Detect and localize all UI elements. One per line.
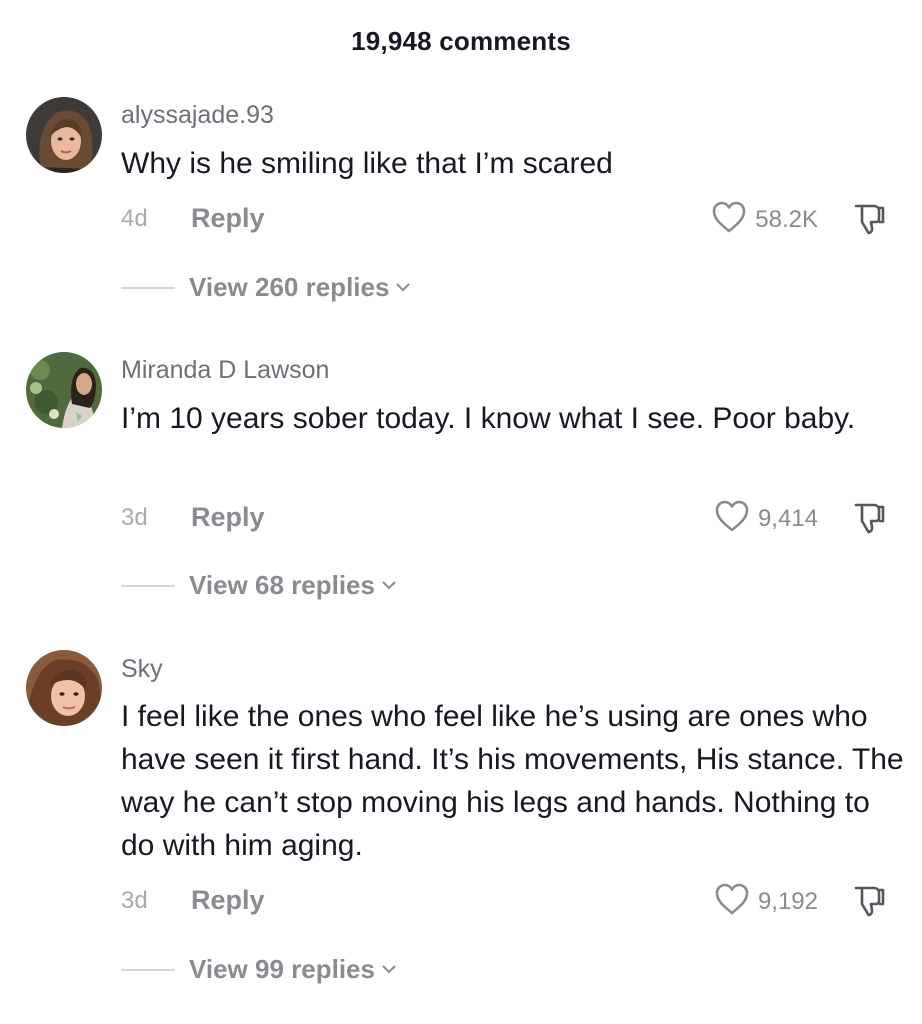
like-count: 9,414	[757, 504, 818, 532]
avatar[interactable]	[26, 97, 102, 173]
chevron-down-icon	[395, 279, 411, 297]
comment-text: I feel like the ones who feel like he’s …	[121, 700, 904, 862]
avatar[interactable]	[26, 352, 102, 428]
dislike-button[interactable]	[850, 202, 886, 241]
comment-username[interactable]: alyssajade.93	[121, 101, 274, 130]
dislike-button[interactable]	[850, 884, 886, 923]
avatar[interactable]	[26, 650, 102, 726]
comment-age: 3d	[121, 504, 148, 531]
comment-username[interactable]: Sky	[121, 655, 163, 684]
thumbs-down-outline-icon	[850, 204, 886, 240]
like-button[interactable]: 9,192	[714, 882, 818, 921]
thumbs-down-outline-icon	[850, 503, 886, 539]
comment-age: 4d	[121, 205, 148, 232]
reply-button[interactable]: Reply	[191, 203, 265, 234]
reply-button[interactable]: Reply	[191, 885, 265, 916]
view-replies-label: View 260 replies	[189, 272, 390, 302]
view-replies-label: View 68 replies	[189, 570, 375, 600]
replies-divider	[121, 286, 175, 289]
comment-text: Why is he smiling like that I’m scared	[121, 147, 613, 180]
comment-text: I’m 10 years sober today. I know what I …	[121, 402, 856, 435]
heart-outline-icon	[711, 200, 747, 239]
replies-divider	[121, 968, 175, 971]
view-replies-button[interactable]: View 260 replies	[121, 272, 411, 303]
like-button[interactable]: 58.2K	[711, 200, 818, 239]
view-replies-label: View 99 replies	[189, 954, 375, 984]
like-count: 9,192	[757, 887, 818, 915]
view-replies-button[interactable]: View 99 replies	[121, 954, 397, 985]
reply-button[interactable]: Reply	[191, 502, 265, 533]
comments-count-title: 19,948 comments	[351, 26, 571, 56]
heart-outline-icon	[714, 882, 750, 921]
dislike-button[interactable]	[850, 501, 886, 540]
thumbs-down-outline-icon	[850, 886, 886, 922]
comment-username[interactable]: Miranda D Lawson	[121, 356, 329, 385]
replies-divider	[121, 584, 175, 587]
chevron-down-icon	[381, 577, 397, 595]
chevron-down-icon	[381, 961, 397, 979]
comment-age: 3d	[121, 887, 148, 914]
view-replies-button[interactable]: View 68 replies	[121, 570, 397, 601]
heart-outline-icon	[714, 499, 750, 538]
like-button[interactable]: 9,414	[714, 499, 818, 538]
like-count: 58.2K	[755, 205, 818, 233]
